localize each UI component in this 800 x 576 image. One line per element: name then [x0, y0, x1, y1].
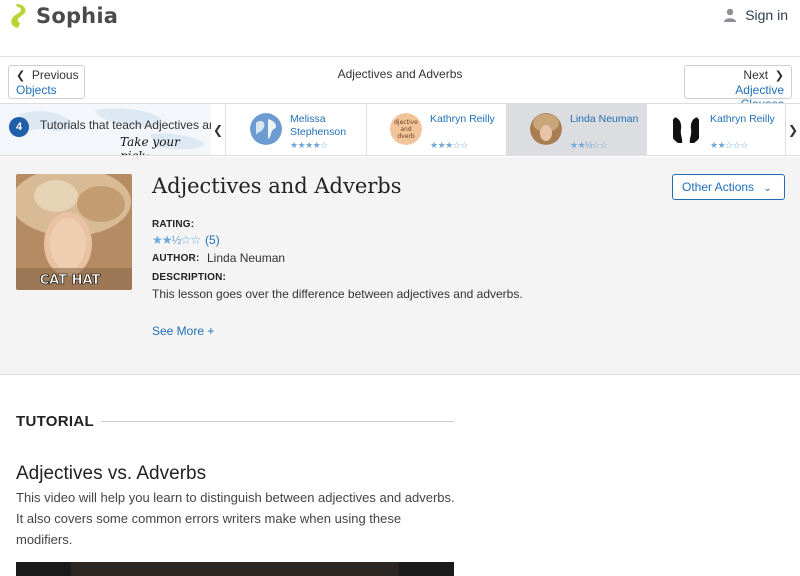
- thumb-text-3: dverb: [397, 133, 415, 140]
- tutorial-rating-stars: ★★★★☆: [290, 140, 328, 150]
- tutorial-card-melissa-stephenson[interactable]: Melissa Stephenson ★★★★☆: [227, 104, 367, 155]
- adjective-adverb-thumbnail: djective and dverb: [390, 113, 422, 145]
- chevron-right-icon: ❯: [774, 70, 784, 82]
- other-actions-dropdown[interactable]: Other Actions ⌄: [672, 174, 785, 200]
- divider: [101, 421, 454, 422]
- tutorial-author: Kathryn Reilly: [710, 113, 775, 125]
- author-label: AUTHOR:: [152, 253, 200, 264]
- lesson-panel: CAT HAT Adjectives and Adverbs Other Act…: [0, 157, 800, 375]
- silhouette-thumbnail: [670, 113, 702, 145]
- tutorial-rating-stars: ★★★☆☆: [430, 140, 468, 150]
- description-label: DESCRIPTION:: [152, 272, 227, 283]
- lesson-image: CAT HAT: [16, 174, 132, 290]
- cat-hat-thumbnail: [530, 113, 562, 145]
- sophia-leaf-icon: [11, 4, 26, 28]
- globe-thumbnail: [250, 113, 282, 145]
- user-icon: [724, 8, 737, 22]
- video-player[interactable]: [16, 562, 454, 576]
- tutorial-card-kathryn-reilly-2[interactable]: Kathryn Reilly ★★☆☆☆: [647, 104, 787, 155]
- thumb-text-2: and: [400, 126, 411, 133]
- video-title: Adjectives vs. Adverbs: [16, 463, 207, 484]
- rating-count-link[interactable]: (5): [205, 233, 220, 247]
- tutorial-author: Linda Neuman: [570, 113, 639, 125]
- tutorial-strip-intro: 4 Tutorials that teach Adjectives and Ad…: [0, 104, 211, 155]
- sign-in-label: Sign in: [745, 7, 788, 23]
- video-frame: [71, 562, 399, 576]
- tutorial-rating-stars: ★★½☆☆: [570, 140, 608, 150]
- chevron-right-icon: ❯: [787, 122, 799, 137]
- chevron-left-icon: ❮: [212, 122, 224, 137]
- author-name: Linda Neuman: [207, 251, 286, 265]
- rating-stars: ★★½☆☆: [152, 233, 201, 247]
- see-more-link[interactable]: See More +: [152, 324, 214, 338]
- sophia-logo[interactable]: Sophia: [10, 3, 118, 29]
- tutorial-strip: 4 Tutorials that teach Adjectives and Ad…: [0, 103, 800, 156]
- tutorial-author: Kathryn Reilly: [430, 113, 495, 125]
- tutorial-card-linda-neuman[interactable]: Linda Neuman ★★½☆☆: [507, 104, 647, 155]
- lesson-navigation: ❮ Previous Objects Adjectives and Adverb…: [0, 57, 800, 111]
- image-caption: CAT HAT: [40, 273, 101, 288]
- tutorial-strip-label: Tutorials that teach Adjectives and Adve…: [40, 118, 211, 132]
- strip-scroll-left-button[interactable]: ❮: [211, 104, 226, 155]
- rating-label: RATING:: [152, 219, 195, 230]
- lesson-description: This lesson goes over the difference bet…: [152, 287, 523, 301]
- previous-target: Objects: [16, 83, 57, 97]
- next-button[interactable]: Next ❯ Adjective Clauses: [684, 65, 792, 111]
- tutorial-author-line2: Stephenson: [290, 126, 347, 138]
- nav-title: Adjectives and Adverbs: [337, 67, 463, 81]
- tutorial-heading: TUTORIAL: [16, 413, 94, 430]
- chevron-down-icon: ⌄: [763, 183, 772, 194]
- sign-in-button[interactable]: Sign in: [723, 7, 788, 23]
- site-header: Sophia Sign in: [0, 0, 800, 57]
- other-actions-label: Other Actions: [682, 180, 755, 194]
- video-description: This video will help you learn to distin…: [16, 490, 455, 547]
- tutorial-author: Melissa: [290, 113, 326, 125]
- rating-row: ★★½☆☆ (5): [152, 233, 220, 247]
- strip-scroll-right-button[interactable]: ❯: [785, 104, 800, 155]
- tutorial-card-kathryn-reilly-1[interactable]: djective and dverb Kathryn Reilly ★★★☆☆: [367, 104, 507, 155]
- next-label: Next: [743, 68, 769, 82]
- take-your-pick-label: Take your pick:: [120, 135, 180, 155]
- lesson-title: Adjectives and Adverbs: [152, 174, 402, 198]
- thumb-text-1: djective: [394, 119, 418, 126]
- tutorial-count-badge: 4: [9, 117, 29, 137]
- tutorial-rating-stars: ★★☆☆☆: [710, 140, 748, 150]
- brand-name: Sophia: [36, 4, 119, 28]
